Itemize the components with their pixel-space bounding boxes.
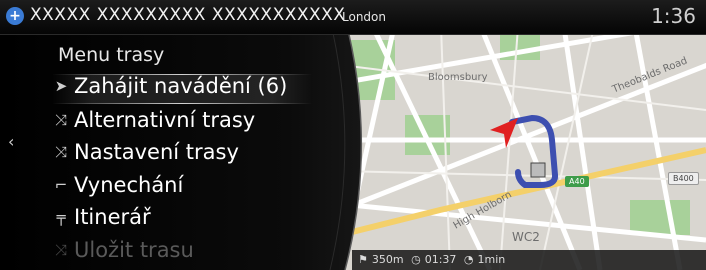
menu-item-label: Vynechání xyxy=(74,173,184,197)
menu-item-start-guidance[interactable]: ➤ Zahájit navádění (6) xyxy=(52,74,312,104)
menu-title: Menu trasy xyxy=(58,44,165,66)
menu-item-label: Itinerář xyxy=(74,205,151,229)
navigation-source-icon: + xyxy=(6,7,24,25)
menu-item-avoid[interactable]: ⌐ Vynechání xyxy=(52,173,312,203)
menu-item-label: Alternativní trasy xyxy=(74,108,256,132)
itinerary-icon: ╤ xyxy=(56,208,66,226)
avoid-icon: ⌐ xyxy=(54,176,68,194)
navigation-arrow-icon: ➤ xyxy=(54,77,68,95)
clock-icon: ◷ xyxy=(411,253,421,266)
back-arrow-icon[interactable]: ‹ xyxy=(8,132,14,151)
current-city: London xyxy=(342,10,386,24)
menu-item-save-route[interactable]: ⤨ Uložit trasu xyxy=(52,238,312,268)
distance-value: 350m xyxy=(371,253,404,266)
menu-item-label: Zahájit navádění (6) xyxy=(74,74,288,98)
route-settings-icon: ⤨ xyxy=(54,143,67,161)
top-bar: + XXXXX XXXXXXXXX XXXXXXXXXXX London 1:3… xyxy=(0,0,706,35)
flag-icon: ⚑ xyxy=(358,253,368,266)
duration-value: 1min xyxy=(477,253,506,266)
menu-item-itinerary[interactable]: ╤ Itinerář xyxy=(52,205,312,235)
menu-item-alternative-routes[interactable]: ⤨ Alternativní trasy xyxy=(52,108,312,138)
menu-item-route-settings[interactable]: ⤨ Nastavení trasy xyxy=(52,140,312,170)
menu-item-label: Nastavení trasy xyxy=(74,140,239,164)
route-status-bar: ⚑ 350m ◷ 01:37 ◔ 1min xyxy=(352,250,706,270)
menu-item-label: Uložit trasu xyxy=(74,238,194,262)
timer-icon: ◔ xyxy=(463,253,474,266)
save-route-icon: ⤨ xyxy=(54,241,67,259)
alternative-routes-icon: ⤨ xyxy=(54,111,67,129)
eta-value: 01:37 xyxy=(424,253,457,266)
clock: 1:36 xyxy=(651,4,696,28)
top-bar-title: XXXXX XXXXXXXXX XXXXXXXXXXX xyxy=(30,5,346,25)
